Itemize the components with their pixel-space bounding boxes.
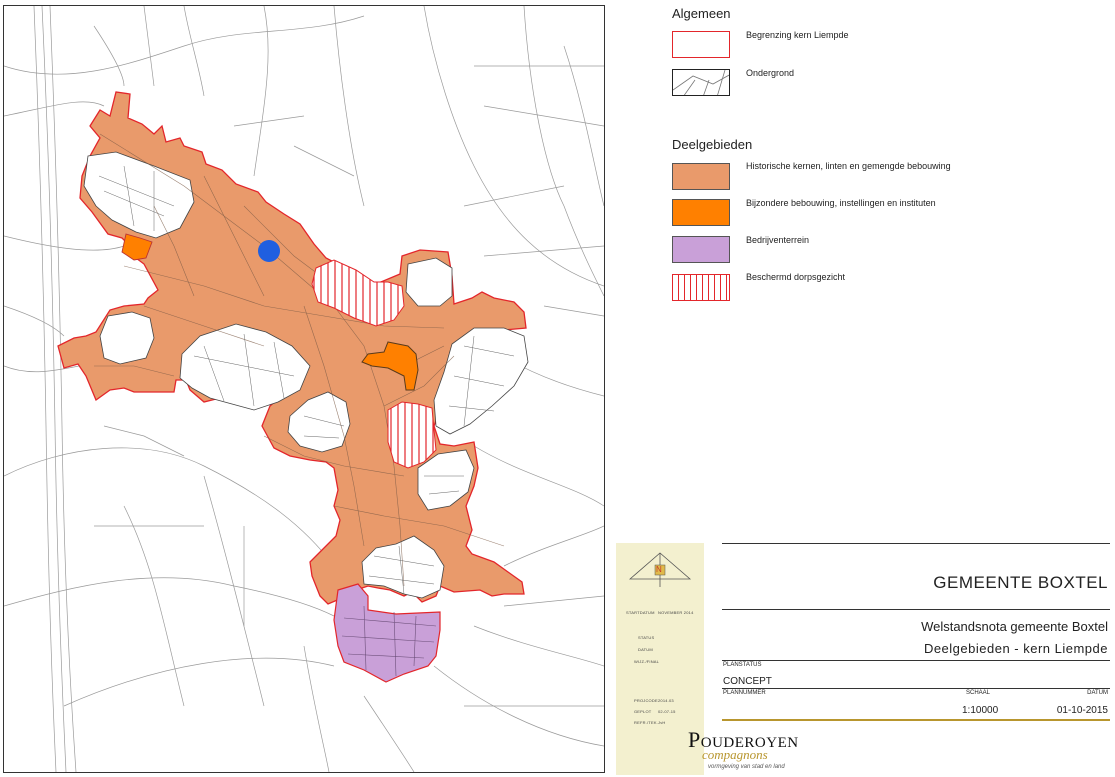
datum-column-label: DATUM	[1087, 690, 1108, 696]
schaal-label: SCHAAL	[966, 690, 990, 696]
legend-bedrijven-swatch	[672, 236, 730, 263]
company-tagline: vormgeving van stad en land	[708, 764, 785, 770]
legend-historisch-swatch	[672, 163, 730, 190]
title-divider-client	[722, 609, 1110, 610]
legend: Algemeen Begrenzing kern Liempde Ondergr…	[672, 0, 1112, 320]
client-title: GEMEENTE BOXTEL	[933, 573, 1108, 593]
legend-deelgebieden-title: Deelgebieden	[672, 137, 752, 152]
refer-value: JvH	[658, 720, 666, 725]
legend-bijzonder-swatch	[672, 199, 730, 226]
startdatum-label: STARTDATUM	[626, 610, 655, 615]
legend-label-bedrijven: Bedrijventerrein	[746, 235, 809, 245]
wijziging-label: WIJZ./FINAL	[634, 659, 659, 664]
geplot-label: GEPLOT	[634, 709, 651, 714]
title-divider-planstatus	[722, 688, 1110, 689]
refer-label: REFR./TEK.	[634, 720, 658, 725]
project-subtitle: Deelgebieden - kern Liempde	[924, 641, 1108, 656]
legend-boundary-swatch	[672, 31, 730, 58]
project-title: Welstandsnota gemeente Boxtel	[921, 619, 1108, 634]
north-label: N	[656, 565, 662, 574]
planstatus-value: CONCEPT	[723, 676, 772, 687]
legend-hatched-swatch	[672, 274, 730, 301]
datum-label: DATUM	[638, 647, 653, 652]
legend-algemeen-title: Algemeen	[672, 6, 731, 21]
legend-label-bijzonder: Bijzondere bebouwing, instellingen en in…	[746, 198, 936, 208]
legend-label-historisch: Historische kernen, linten en gemengde b…	[746, 161, 951, 171]
map-frame[interactable]	[3, 5, 605, 773]
projcode-label: PROJCODE	[634, 698, 658, 703]
legend-label-ondergrond: Ondergrond	[746, 68, 794, 78]
title-block: N STARTDATUM NOVEMBER 2014 STATUS DATUM …	[616, 543, 1110, 775]
geplot-value: 02-07-15	[658, 709, 676, 714]
datum-value: 01-10-2015	[1057, 705, 1108, 716]
projcode-value: 2014.03	[658, 698, 674, 703]
legend-ondergrond-swatch	[672, 69, 730, 96]
legend-label-boundary: Begrenzing kern Liempde	[746, 30, 849, 40]
status-label: STATUS	[638, 635, 654, 640]
legend-label-beschermd: Beschermd dorpsgezicht	[746, 272, 845, 282]
schaal-value: 1:10000	[962, 705, 998, 716]
location-marker[interactable]	[258, 240, 280, 262]
planstatus-label: PLANSTATUS	[723, 662, 761, 668]
ondergrond-pattern-icon	[673, 70, 730, 96]
title-divider-gold	[722, 719, 1110, 721]
map-canvas[interactable]	[4, 6, 604, 772]
company-subtitle: compagnons	[702, 747, 768, 763]
title-divider-subtitle	[722, 660, 1110, 661]
plannummer-label: PLANNUMMER	[723, 690, 766, 696]
startdatum-value: NOVEMBER 2014	[658, 610, 694, 615]
title-divider-top	[722, 543, 1110, 544]
